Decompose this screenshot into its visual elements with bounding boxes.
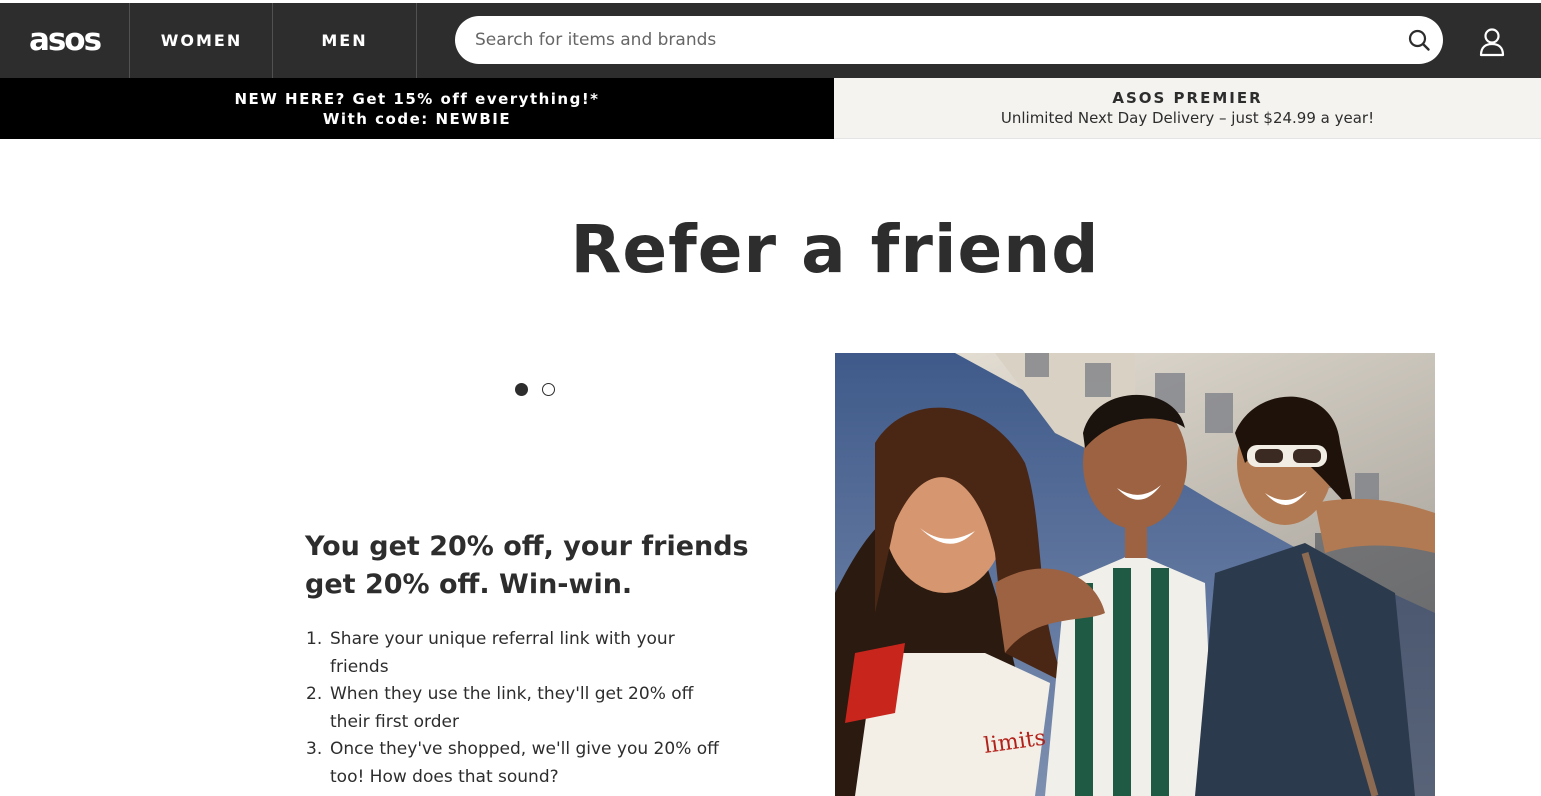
promo-newbie-line1: NEW HERE? Get 15% off everything!* <box>234 89 600 108</box>
promo-premier-banner[interactable]: ASOS PREMIER Unlimited Next Day Delivery… <box>834 78 1541 139</box>
search-input[interactable] <box>475 16 1375 64</box>
referral-steps: 1. Share your unique referral link with y… <box>306 626 736 791</box>
step-text: Share your unique referral link with you… <box>330 629 675 677</box>
step-number: 1. <box>306 629 323 649</box>
nav-women[interactable]: WOMEN <box>131 3 273 78</box>
step-item: 3. Once they've shopped, we'll give you 2… <box>306 736 736 791</box>
step-number: 2. <box>306 684 323 704</box>
site-header: asos WOMEN MEN <box>0 3 1541 78</box>
premier-subtitle: Unlimited Next Day Delivery – just $24.9… <box>1000 109 1375 127</box>
promo-newbie-line2: With code: NEWBIE <box>322 109 512 128</box>
promo-newbie-banner[interactable]: NEW HERE? Get 15% off everything!* With … <box>0 78 834 139</box>
nav-men[interactable]: MEN <box>273 3 417 78</box>
search-bar <box>455 16 1443 64</box>
step-text: When they use the link, they'll get 20% … <box>330 684 694 732</box>
step-number: 3. <box>306 739 323 759</box>
step-item: 2. When they use the link, they'll get 20… <box>306 681 736 736</box>
hero-photo-friends: limits <box>835 353 1435 796</box>
hero-illustration: limits <box>835 353 1435 796</box>
logo-text: asos <box>28 22 102 58</box>
asos-logo[interactable]: asos <box>0 3 130 78</box>
step-item: 1. Share your unique referral link with y… <box>306 626 736 681</box>
page-title: Refer a friend <box>570 211 1100 288</box>
step-text: Once they've shopped, we'll give you 20%… <box>330 739 719 787</box>
account-icon[interactable] <box>1478 27 1506 57</box>
carousel-dot-1[interactable] <box>515 383 528 396</box>
carousel-dot-2[interactable] <box>542 383 555 396</box>
referral-headline: You get 20% off, your friends get 20% of… <box>305 531 749 600</box>
premier-title: ASOS PREMIER <box>1112 89 1263 107</box>
search-icon[interactable] <box>1407 28 1431 52</box>
